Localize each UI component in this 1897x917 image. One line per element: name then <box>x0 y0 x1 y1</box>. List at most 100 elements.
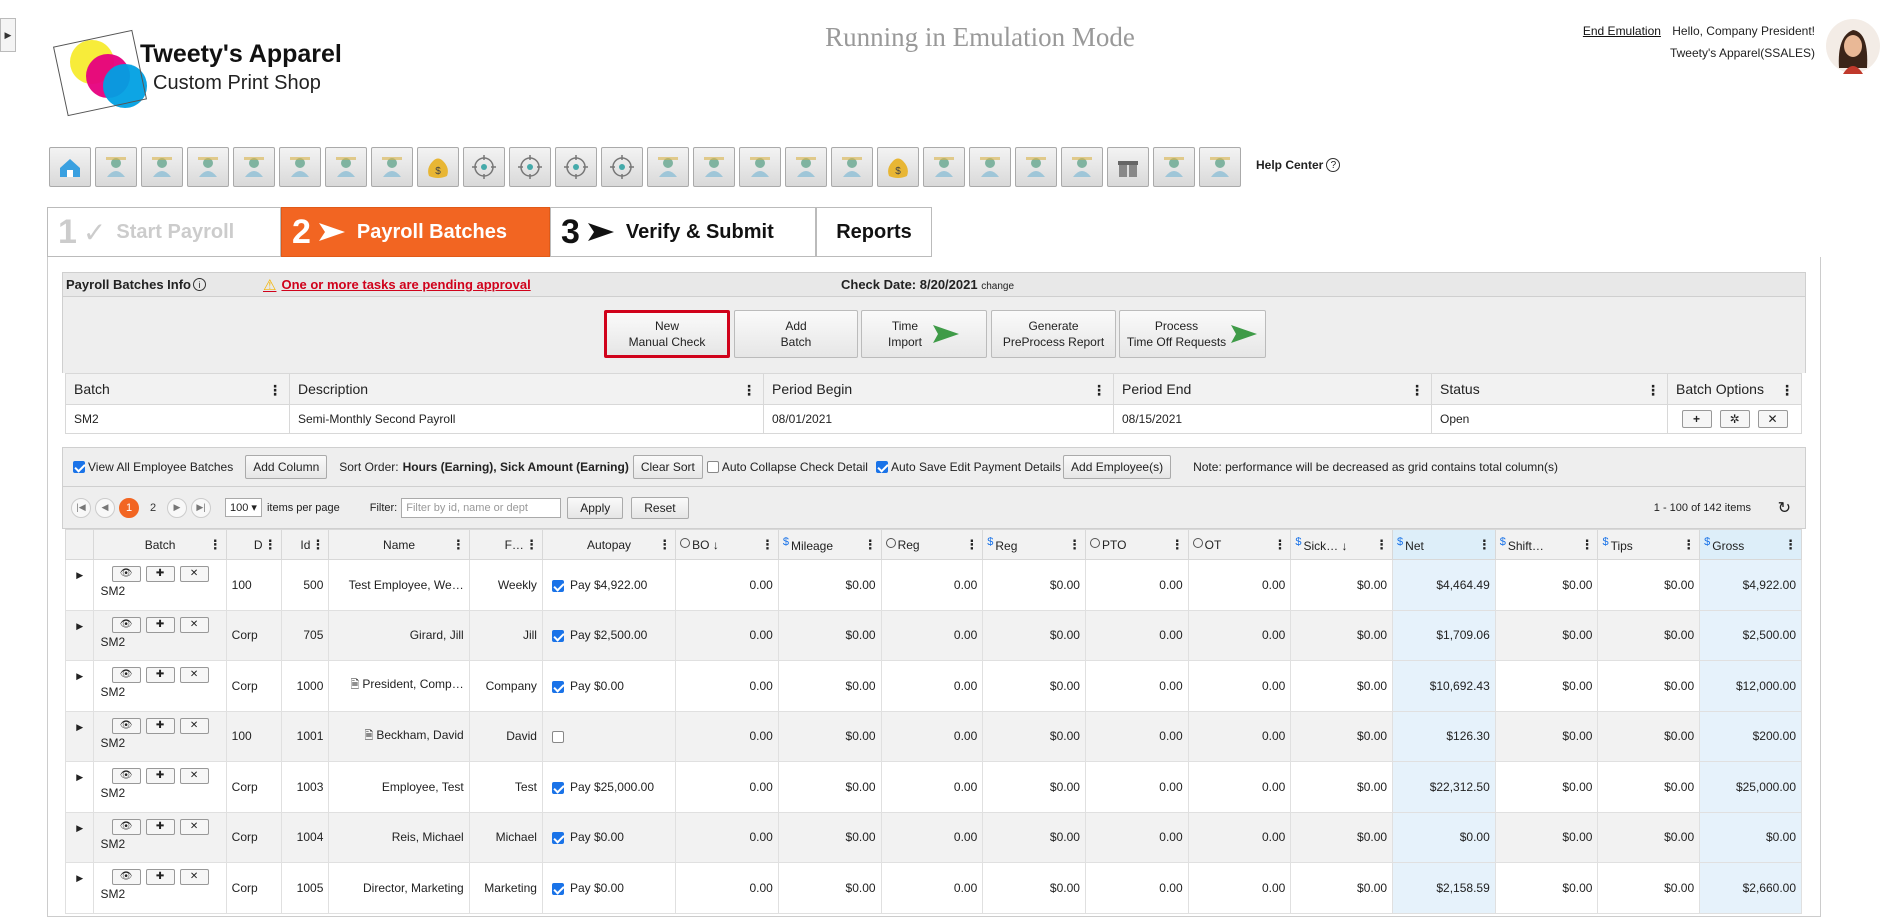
expand-row-icon[interactable]: ▶ <box>64 559 95 611</box>
close-icon[interactable]: ✕ <box>179 566 209 582</box>
table-row[interactable]: ▶ 👁 ✚ ✕ SM2 100 1001 🗎 Beckham, David David 0.00 $0… <box>64 710 1802 762</box>
module-button[interactable] <box>1199 147 1241 187</box>
autopay-checkbox[interactable] <box>551 630 564 643</box>
table-row[interactable]: ▶ 👁 ✚ ✕ SM2 Corp 705 Girard, Jill Jill Pay $2,500… <box>64 609 1802 661</box>
module-button[interactable]: $ <box>417 147 459 187</box>
col-batch[interactable]: Batch ⋮ <box>65 373 290 405</box>
row-name-cell[interactable]: Director, Marketing <box>328 862 470 914</box>
module-button[interactable] <box>1107 147 1149 187</box>
col-reg-amount[interactable]: $ Reg ⋮ <box>982 529 1086 560</box>
filter-input[interactable]: Filter by id, name or dept <box>401 497 562 518</box>
view-icon[interactable]: 👁 <box>111 616 141 633</box>
column-menu-icon[interactable]: ⋮ <box>864 537 877 553</box>
close-icon[interactable]: ✕ <box>179 869 209 885</box>
module-button[interactable] <box>95 147 137 187</box>
column-menu-icon[interactable]: ⋮ <box>1410 382 1424 399</box>
row-name-cell[interactable]: Girard, Jill <box>328 609 470 661</box>
column-menu-icon[interactable]: ⋮ <box>1780 382 1794 399</box>
column-menu-icon[interactable]: ⋮ <box>1092 382 1106 399</box>
view-icon[interactable]: 👁 <box>111 667 141 683</box>
module-button[interactable] <box>601 147 643 187</box>
first-page-icon[interactable]: |◀ <box>71 497 91 518</box>
autopay-checkbox[interactable] <box>551 781 564 794</box>
column-menu-icon[interactable]: ⋮ <box>1580 537 1593 553</box>
module-button[interactable] <box>233 147 275 187</box>
autopay-checkbox[interactable] <box>551 882 564 895</box>
next-page-icon[interactable]: ▶ <box>167 497 187 518</box>
col-reg-hours[interactable]: Reg ⋮ <box>880 529 984 560</box>
gear-icon[interactable]: ✲ <box>1719 410 1750 428</box>
row-name-cell[interactable]: 🗎 Beckham, David <box>328 710 470 762</box>
step-payroll-batches[interactable]: 2 Payroll Batches <box>281 207 550 257</box>
col-batch[interactable]: Batch ⋮ <box>93 529 227 560</box>
row-name-cell[interactable]: 🗎 President, Comp… <box>328 660 470 712</box>
column-menu-icon[interactable]: ⋮ <box>742 382 756 399</box>
process-time-off-button[interactable]: Process Time Off Requests <box>1119 310 1266 358</box>
split-icon[interactable]: ✚ <box>145 667 175 683</box>
split-icon[interactable]: ✚ <box>145 869 175 885</box>
split-icon[interactable]: ✚ <box>145 768 175 784</box>
page-2-button[interactable]: 2 <box>143 498 163 518</box>
table-row[interactable]: ▶ 👁 ✚ ✕ SM2 Corp 1003 Employee, Test Test Pay $25… <box>64 761 1802 813</box>
col-description[interactable]: Description ⋮ <box>289 373 764 405</box>
generate-preprocess-report-button[interactable]: Generate PreProcess Report <box>991 310 1116 358</box>
column-menu-icon[interactable]: ⋮ <box>658 537 671 553</box>
col-sick[interactable]: $ Sick… ↓ ⋮ <box>1290 529 1394 560</box>
add-icon[interactable]: + <box>1681 410 1712 428</box>
module-button[interactable] <box>831 147 873 187</box>
column-menu-icon[interactable]: ⋮ <box>452 537 465 553</box>
close-icon[interactable]: ✕ <box>1757 410 1788 428</box>
avatar[interactable] <box>1825 18 1881 74</box>
step-start-payroll[interactable]: 1 ✓ Start Payroll <box>47 207 281 257</box>
column-menu-icon[interactable]: ⋮ <box>525 537 538 553</box>
row-name-cell[interactable]: Employee, Test <box>328 761 470 813</box>
apply-filter-button[interactable]: Apply <box>567 496 624 519</box>
change-date-link[interactable]: change <box>981 281 1014 292</box>
end-emulation-link[interactable]: End Emulation <box>1583 24 1661 38</box>
module-button[interactable] <box>739 147 781 187</box>
module-button[interactable] <box>187 147 229 187</box>
close-icon[interactable]: ✕ <box>179 818 209 835</box>
module-button[interactable] <box>371 147 413 187</box>
expand-row-icon[interactable]: ▶ <box>64 710 95 762</box>
refresh-icon[interactable]: ↻ <box>1778 498 1791 518</box>
close-icon[interactable]: ✕ <box>179 616 209 633</box>
row-name-cell[interactable]: Test Employee, We… <box>328 559 470 611</box>
col-bo[interactable]: BO ↓ ⋮ <box>675 529 779 560</box>
sidebar-toggle-button[interactable]: ▶ <box>0 18 16 52</box>
col-gross[interactable]: $ Gross ⋮ <box>1699 529 1802 560</box>
column-menu-icon[interactable]: ⋮ <box>1682 537 1695 553</box>
expand-row-icon[interactable]: ▶ <box>64 862 95 914</box>
clear-sort-button[interactable]: Clear Sort <box>632 455 703 479</box>
split-icon[interactable]: ✚ <box>145 818 175 835</box>
close-icon[interactable]: ✕ <box>179 768 209 784</box>
module-button[interactable] <box>1015 147 1057 187</box>
column-menu-icon[interactable]: ⋮ <box>1784 537 1797 553</box>
module-button[interactable] <box>1153 147 1195 187</box>
col-ot[interactable]: OT ⋮ <box>1187 529 1292 560</box>
col-id[interactable]: Id ⋮ <box>280 529 330 560</box>
expand-row-icon[interactable]: ▶ <box>64 761 95 813</box>
view-all-checkbox[interactable] <box>73 461 85 473</box>
module-button[interactable] <box>969 147 1011 187</box>
column-menu-icon[interactable]: ⋮ <box>761 537 774 553</box>
module-button[interactable] <box>49 147 91 187</box>
module-button[interactable] <box>141 147 183 187</box>
close-icon[interactable]: ✕ <box>179 717 209 734</box>
table-row[interactable]: ▶ 👁 ✚ ✕ SM2 Corp 1004 Reis, Michael Michael Pay $… <box>64 811 1802 863</box>
table-row[interactable]: ▶ 👁 ✚ ✕ SM2 Corp 1000 🗎 President, Comp… Company P… <box>64 660 1802 712</box>
reset-filter-button[interactable]: Reset <box>631 496 689 519</box>
view-icon[interactable]: 👁 <box>111 818 141 835</box>
col-dept[interactable]: D ⋮ <box>225 529 282 560</box>
column-menu-icon[interactable]: ⋮ <box>1646 382 1660 399</box>
module-button[interactable] <box>647 147 689 187</box>
batch-row[interactable]: SM2 Semi-Monthly Second Payroll 08/01/20… <box>65 404 1802 434</box>
column-menu-icon[interactable]: ⋮ <box>209 537 222 553</box>
col-pto[interactable]: PTO ⋮ <box>1084 529 1189 560</box>
new-manual-check-button[interactable]: New Manual Check <box>604 310 730 358</box>
module-button[interactable] <box>279 147 321 187</box>
col-batch-options[interactable]: Batch Options ⋮ <box>1667 373 1802 405</box>
autopay-checkbox[interactable] <box>551 579 564 592</box>
view-icon[interactable]: 👁 <box>111 717 141 734</box>
view-icon[interactable]: 👁 <box>111 869 141 885</box>
